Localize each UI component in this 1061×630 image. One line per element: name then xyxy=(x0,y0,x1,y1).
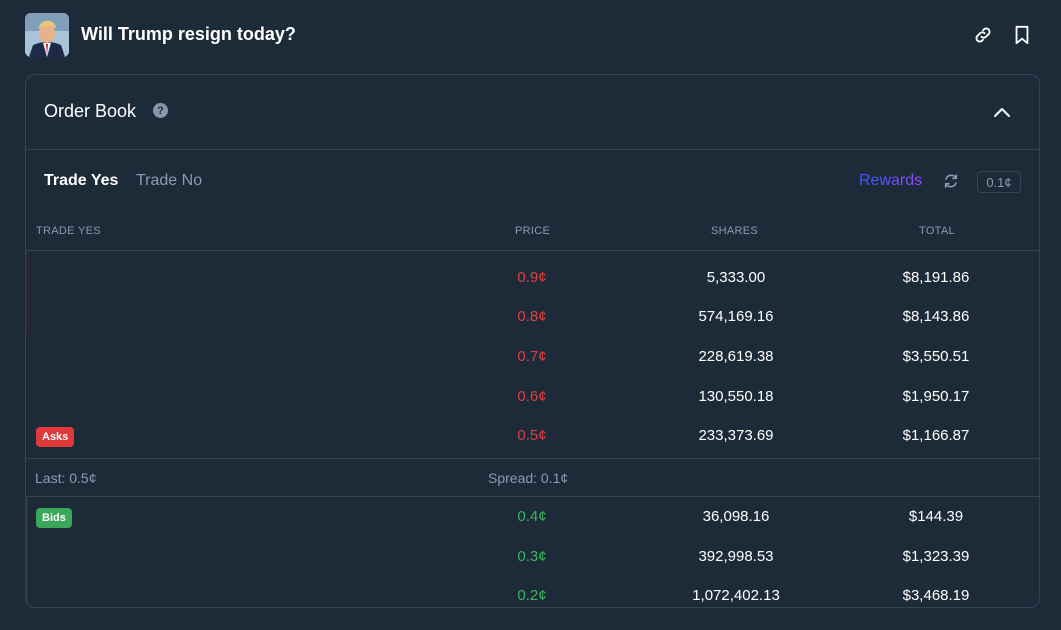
bid-row[interactable]: 0.2¢ 1,072,402.13 $3,468.19 xyxy=(26,582,1039,607)
spread-divider-top xyxy=(26,458,1039,459)
market-avatar xyxy=(25,13,69,57)
ask-shares: 574,169.16 xyxy=(698,308,774,325)
bid-row[interactable]: 0.3¢ 392,998.53 $1,323.39 xyxy=(26,543,1039,573)
ask-total: $8,191.86 xyxy=(902,269,970,286)
column-header-price: PRICE xyxy=(515,225,551,237)
question-circle-icon[interactable]: ? xyxy=(153,103,168,118)
bid-total: $3,468.19 xyxy=(902,587,970,604)
chevron-up-icon[interactable] xyxy=(991,101,1013,123)
bid-shares: 36,098.16 xyxy=(702,508,770,525)
bid-row[interactable]: Bids 0.4¢ 36,098.16 $144.39 xyxy=(26,503,1039,533)
bid-total: $1,323.39 xyxy=(902,548,970,565)
bids-badge: Bids xyxy=(36,508,72,528)
ask-row[interactable]: Asks 0.5¢ 233,373.69 $1,166.87 xyxy=(26,422,1039,452)
spread-value: Spread: 0.1¢ xyxy=(488,470,569,486)
ask-row[interactable]: 0.9¢ 5,333.00 $8,191.86 xyxy=(26,264,1039,294)
ask-row[interactable]: 0.8¢ 574,169.16 $8,143.86 xyxy=(26,303,1039,333)
ask-row[interactable]: 0.7¢ 228,619.38 $3,550.51 xyxy=(26,343,1039,373)
ask-shares: 5,333.00 xyxy=(706,269,766,286)
tick-size-selector[interactable]: 0.1¢ xyxy=(977,171,1021,193)
ask-shares: 233,373.69 xyxy=(698,427,774,444)
bid-total: $144.39 xyxy=(908,508,964,525)
header-divider xyxy=(26,250,1039,251)
rewards-link[interactable]: Rewards xyxy=(859,172,922,190)
ask-total: $1,950.17 xyxy=(902,388,970,405)
order-book-panel: Order Book ? Trade Yes Trade No Rewards … xyxy=(25,74,1040,608)
column-header-total: TOTAL xyxy=(919,225,955,237)
ask-shares: 130,550.18 xyxy=(698,388,774,405)
bid-shares: 392,998.53 xyxy=(698,548,774,565)
order-book-header[interactable]: Order Book ? xyxy=(26,75,1039,150)
market-title: Will Trump resign today? xyxy=(81,24,296,44)
ask-price: 0.7¢ xyxy=(517,348,547,365)
market-header: Will Trump resign today? xyxy=(0,0,1061,70)
column-header-side: TRADE YES xyxy=(36,225,101,237)
refresh-icon[interactable] xyxy=(942,172,960,190)
bid-shares: 1,072,402.13 xyxy=(692,587,780,604)
asks-badge: Asks xyxy=(36,427,75,447)
bid-price: 0.3¢ xyxy=(517,548,547,565)
ask-row[interactable]: 0.6¢ 130,550.18 $1,950.17 xyxy=(26,383,1039,413)
column-header-shares: SHARES xyxy=(711,225,759,237)
ask-total: $8,143.86 xyxy=(902,308,970,325)
spread-divider-bottom xyxy=(26,496,1039,497)
bid-price: 0.4¢ xyxy=(517,508,547,525)
ask-price: 0.5¢ xyxy=(517,427,547,444)
tab-trade-no[interactable]: Trade No xyxy=(136,172,202,190)
tab-trade-yes[interactable]: Trade Yes xyxy=(44,172,118,190)
ask-total: $3,550.51 xyxy=(902,348,970,365)
bid-price: 0.2¢ xyxy=(517,587,547,604)
ask-total: $1,166.87 xyxy=(902,427,970,444)
link-icon[interactable] xyxy=(972,24,994,46)
bookmark-icon[interactable] xyxy=(1011,24,1033,46)
ask-shares: 228,619.38 xyxy=(698,348,774,365)
ask-price: 0.6¢ xyxy=(517,388,547,405)
order-book-title: Order Book xyxy=(44,101,137,121)
ask-price: 0.8¢ xyxy=(517,308,547,325)
ask-price: 0.9¢ xyxy=(517,269,547,286)
last-price: Last: 0.5¢ xyxy=(35,470,97,486)
